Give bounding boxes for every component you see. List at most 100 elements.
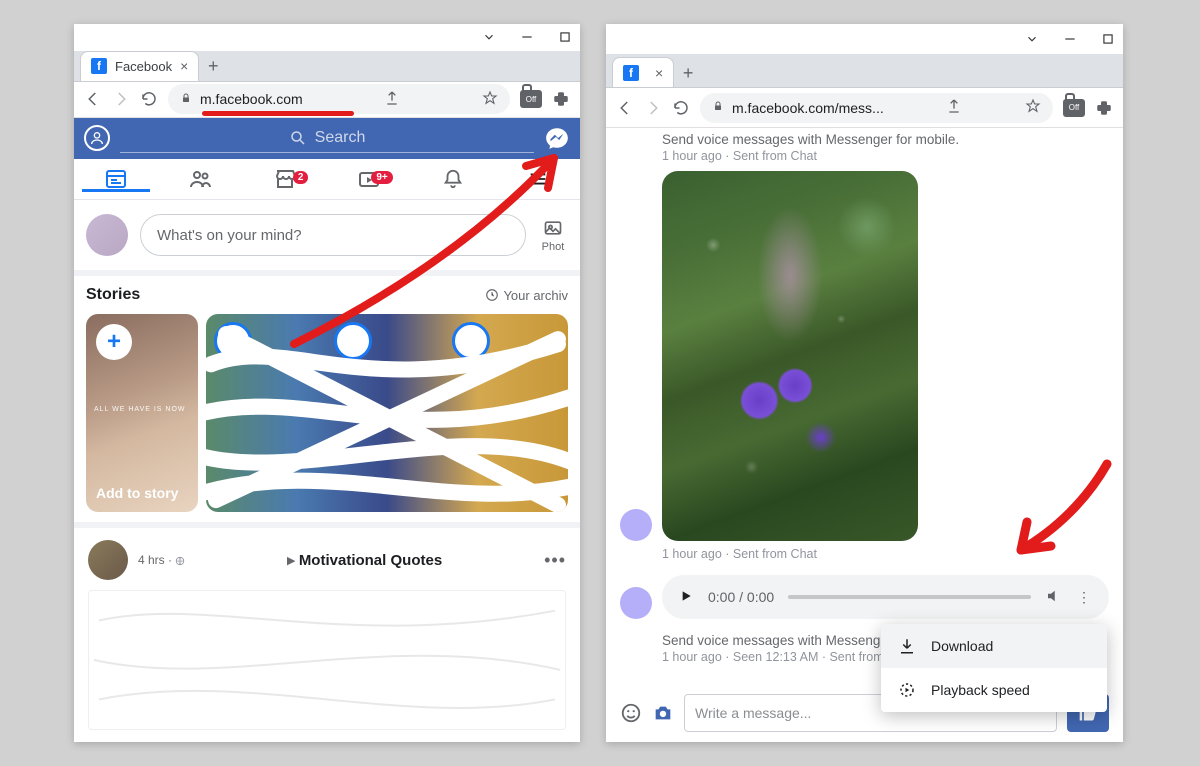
your-archive-link[interactable]: Your archiv xyxy=(485,288,568,303)
extensions-puzzle-icon[interactable] xyxy=(552,90,570,108)
archive-label: Your archiv xyxy=(503,288,568,303)
forward-button[interactable] xyxy=(644,99,662,117)
extension-off-icon[interactable]: Off xyxy=(1063,99,1085,117)
sender-avatar[interactable] xyxy=(620,587,652,619)
new-tab-button[interactable]: + xyxy=(674,59,702,87)
feed-icon xyxy=(104,167,128,191)
address-bar[interactable]: m.facebook.com/mess... xyxy=(700,93,1053,123)
extension-off-icon[interactable]: Off xyxy=(520,90,542,108)
sender-avatar[interactable] xyxy=(620,509,652,541)
download-label: Download xyxy=(931,638,993,654)
post-title[interactable]: ▸Motivational Quotes xyxy=(195,551,534,569)
tab-marketplace[interactable]: 2 xyxy=(243,167,327,191)
user-avatar[interactable] xyxy=(86,214,128,256)
browser-window-2: f × + m.facebook.com/mess... Of xyxy=(606,24,1123,742)
post-time: 4 hrs · xyxy=(138,553,185,567)
facebook-tab-row: 2 9+ xyxy=(74,159,580,200)
composer-input[interactable]: What's on your mind? xyxy=(140,214,526,256)
stories-carousel[interactable] xyxy=(206,314,568,512)
audio-track[interactable] xyxy=(788,595,1031,599)
tab-watch[interactable]: 9+ xyxy=(327,167,411,191)
stories-section: Stories Your archiv + ALL WE HAVE IS NOW… xyxy=(74,276,580,528)
bookmark-star-icon[interactable] xyxy=(482,90,498,109)
add-story-card[interactable]: + ALL WE HAVE IS NOW Add to story xyxy=(86,314,198,512)
address-bar[interactable]: m.facebook.com xyxy=(168,84,510,114)
tab-menu[interactable] xyxy=(496,168,580,190)
new-tab-button[interactable]: + xyxy=(199,53,227,81)
add-story-label: Add to story xyxy=(96,485,178,502)
facebook-search-input[interactable]: Search xyxy=(120,123,534,153)
audio-player[interactable]: 0:00 / 0:00 ⋮ xyxy=(662,575,1109,619)
forward-button[interactable] xyxy=(112,90,130,108)
tab-friends[interactable] xyxy=(158,167,242,191)
search-icon xyxy=(289,129,307,147)
tab-strip: f × + xyxy=(606,54,1123,88)
image-message-row xyxy=(620,171,1109,541)
close-tab-icon[interactable]: × xyxy=(180,58,188,74)
feed-post: 4 hrs · ▸Motivational Quotes ••• xyxy=(74,528,580,742)
browser-toolbar: m.facebook.com/mess... Off xyxy=(606,88,1123,128)
url-text: m.facebook.com/mess... xyxy=(732,100,884,116)
menu-item-playback-speed[interactable]: Playback speed xyxy=(881,668,1107,712)
watch-badge: 9+ xyxy=(371,171,392,184)
minimize-icon[interactable] xyxy=(520,30,534,44)
audio-message-row: 0:00 / 0:00 ⋮ xyxy=(620,575,1109,619)
audio-more-button[interactable]: ⋮ xyxy=(1077,589,1093,606)
playback-speed-icon xyxy=(897,680,917,700)
search-placeholder: Search xyxy=(315,129,366,147)
facebook-favicon-icon: f xyxy=(91,58,107,74)
post-image[interactable] xyxy=(88,590,566,730)
url-text: m.facebook.com xyxy=(200,91,303,107)
bookmark-star-icon[interactable] xyxy=(1025,98,1041,117)
friends-icon xyxy=(188,167,212,191)
facebook-header: Search xyxy=(74,118,580,159)
emoji-icon[interactable] xyxy=(620,702,642,724)
browser-toolbar: m.facebook.com Off xyxy=(74,82,580,118)
minimize-icon[interactable] xyxy=(1063,32,1077,46)
profile-icon[interactable] xyxy=(84,125,110,151)
photo-icon xyxy=(541,218,565,238)
close-tab-icon[interactable]: × xyxy=(655,65,663,81)
tab-facebook-messages[interactable]: f × xyxy=(612,57,674,87)
reload-button[interactable] xyxy=(672,99,690,117)
chevron-down-icon[interactable] xyxy=(1025,32,1039,46)
share-icon[interactable] xyxy=(384,90,400,109)
message-meta: 1 hour ago · Sent from Chat xyxy=(662,149,1109,163)
menu-item-download[interactable]: Download xyxy=(881,624,1107,668)
message-meta: 1 hour ago · Sent from Chat xyxy=(620,547,1109,561)
post-composer: What's on your mind? Phot xyxy=(74,200,580,276)
play-icon[interactable] xyxy=(678,588,694,607)
marketplace-badge: 2 xyxy=(293,171,309,184)
tab-facebook[interactable]: f Facebook × xyxy=(80,51,199,81)
post-avatar[interactable] xyxy=(88,540,128,580)
browser-window-1: f Facebook × + m.facebook.com xyxy=(74,24,580,742)
back-button[interactable] xyxy=(616,99,634,117)
reload-button[interactable] xyxy=(140,90,158,108)
composer-placeholder: What's on your mind? xyxy=(157,227,302,244)
tab-notifications[interactable] xyxy=(411,168,495,190)
chevron-down-icon[interactable] xyxy=(482,30,496,44)
message-placeholder: Write a message... xyxy=(695,705,811,721)
globe-icon xyxy=(175,556,185,566)
maximize-icon[interactable] xyxy=(558,30,572,44)
share-icon[interactable] xyxy=(946,98,962,117)
extensions-puzzle-icon[interactable] xyxy=(1095,99,1113,117)
tab-feed[interactable] xyxy=(74,167,158,191)
voice-message-prompt: Send voice messages with Messenger for m… xyxy=(662,132,1109,147)
post-more-button[interactable]: ••• xyxy=(544,550,566,571)
tab-title: Facebook xyxy=(115,59,172,74)
photo-button[interactable]: Phot xyxy=(538,218,568,253)
mute-icon[interactable] xyxy=(1045,587,1063,608)
clock-icon xyxy=(485,288,499,302)
window-titlebar xyxy=(74,24,580,51)
maximize-icon[interactable] xyxy=(1101,32,1115,46)
chat-thread: Send voice messages with Messenger for m… xyxy=(606,128,1123,742)
camera-icon[interactable] xyxy=(652,702,674,724)
messenger-icon[interactable] xyxy=(544,125,570,151)
photo-label: Phot xyxy=(538,241,568,253)
back-button[interactable] xyxy=(84,90,102,108)
chat-image[interactable] xyxy=(662,171,918,541)
playback-label: Playback speed xyxy=(931,682,1030,698)
menu-icon xyxy=(527,168,549,190)
stories-title: Stories xyxy=(86,286,140,304)
